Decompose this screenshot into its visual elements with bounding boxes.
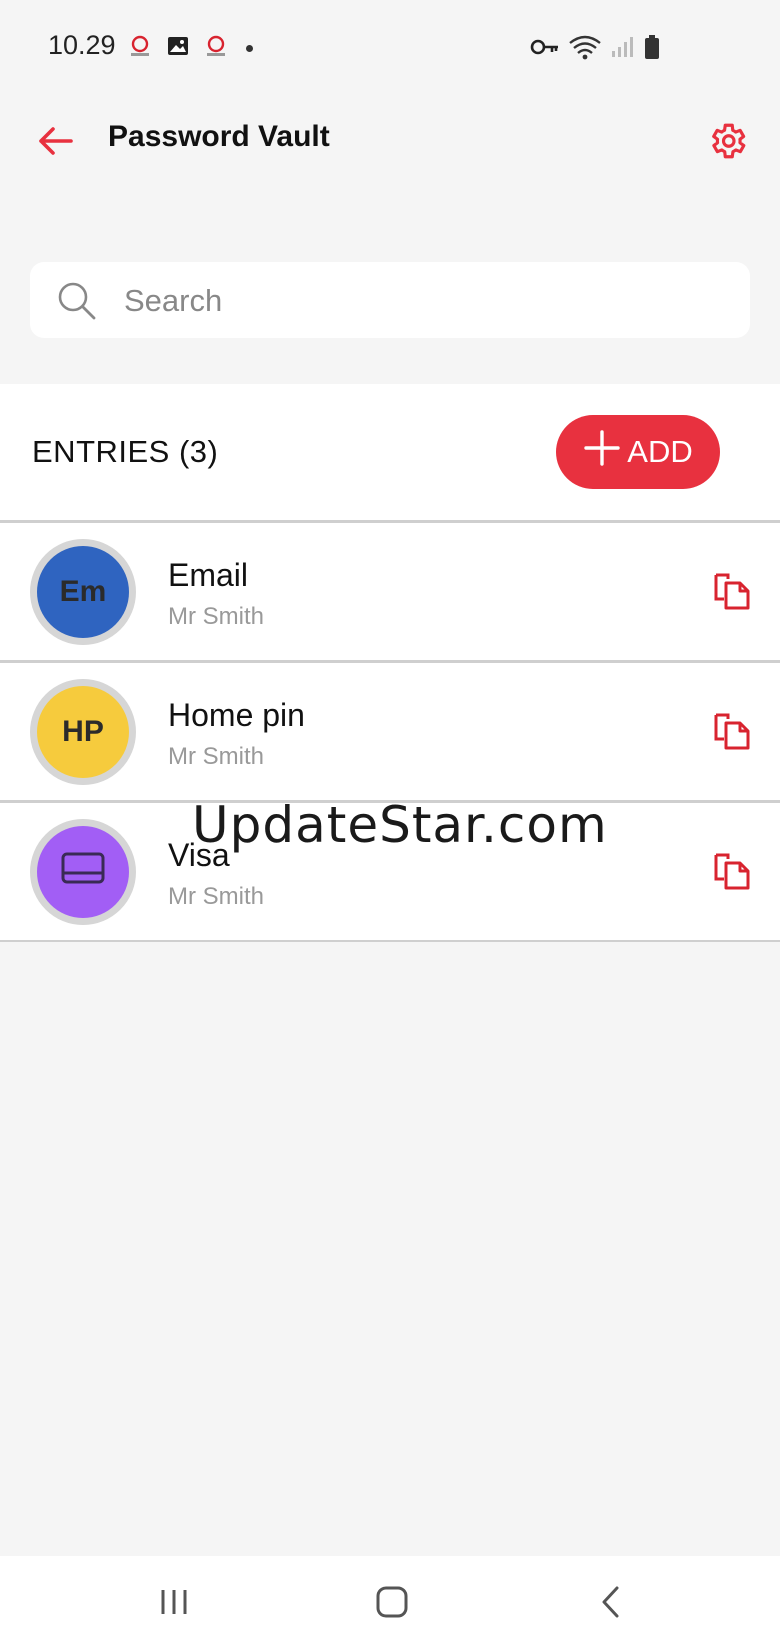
- avatar-card: [37, 826, 129, 918]
- copy-button[interactable]: [712, 571, 752, 615]
- image-icon: [166, 34, 190, 63]
- copy-icon: [712, 573, 752, 615]
- search-icon: [56, 280, 98, 327]
- add-entry-button[interactable]: ADD: [556, 415, 720, 489]
- copy-icon: [712, 853, 752, 895]
- home-button[interactable]: [362, 1574, 422, 1634]
- entry-username: Mr Smith: [168, 743, 264, 770]
- avatar: HP: [30, 679, 136, 785]
- watermark: UpdateStar.com: [192, 796, 608, 854]
- entry-username: Mr Smith: [168, 603, 264, 630]
- entry-username: Mr Smith: [168, 883, 264, 910]
- entries-header: ENTRIES (3): [32, 434, 219, 469]
- entry-row-home-pin[interactable]: HP Home pin Mr Smith: [0, 663, 780, 799]
- system-back-button[interactable]: [580, 1574, 640, 1634]
- back-chevron-icon: [598, 1585, 622, 1624]
- back-button[interactable]: [30, 118, 80, 168]
- key-icon: [530, 37, 560, 62]
- avatar: [30, 819, 136, 925]
- page-title: Password Vault: [108, 120, 330, 153]
- gear-icon: [706, 120, 748, 167]
- divider: [0, 940, 780, 942]
- copy-button[interactable]: [712, 711, 752, 755]
- status-time: 10.29: [48, 30, 116, 60]
- copy-button[interactable]: [712, 851, 752, 895]
- signal-icon: [610, 35, 636, 64]
- entries-panel: ENTRIES (3) ADD Em Email Mr Smith HP Hom…: [0, 384, 780, 942]
- secure-icon: [128, 34, 152, 63]
- avatar-initials: Em: [37, 546, 129, 638]
- wifi-icon: [568, 34, 602, 65]
- entry-name: Email: [168, 557, 249, 593]
- search-input[interactable]: [122, 272, 726, 330]
- settings-button[interactable]: [700, 116, 754, 170]
- avatar-initials: HP: [37, 686, 129, 778]
- recents-button[interactable]: [144, 1574, 204, 1634]
- battery-icon: [644, 34, 660, 65]
- secure-icon: [204, 34, 228, 63]
- copy-icon: [712, 713, 752, 755]
- plus-icon: [583, 429, 621, 475]
- arrow-left-icon: [37, 126, 73, 161]
- notification-dot: [246, 45, 253, 52]
- status-notification-icons: [128, 34, 253, 63]
- status-system-icons: [530, 34, 660, 65]
- home-icon: [375, 1585, 409, 1624]
- avatar: Em: [30, 539, 136, 645]
- entry-row-email[interactable]: Em Email Mr Smith: [0, 523, 780, 659]
- status-bar: 10.29: [0, 0, 780, 96]
- entry-name: Home pin: [168, 697, 305, 733]
- recents-icon: [157, 1587, 191, 1622]
- add-button-label: ADD: [627, 434, 693, 469]
- card-icon: [60, 851, 106, 893]
- nav-bar: [0, 1556, 780, 1646]
- search-box: [30, 262, 750, 338]
